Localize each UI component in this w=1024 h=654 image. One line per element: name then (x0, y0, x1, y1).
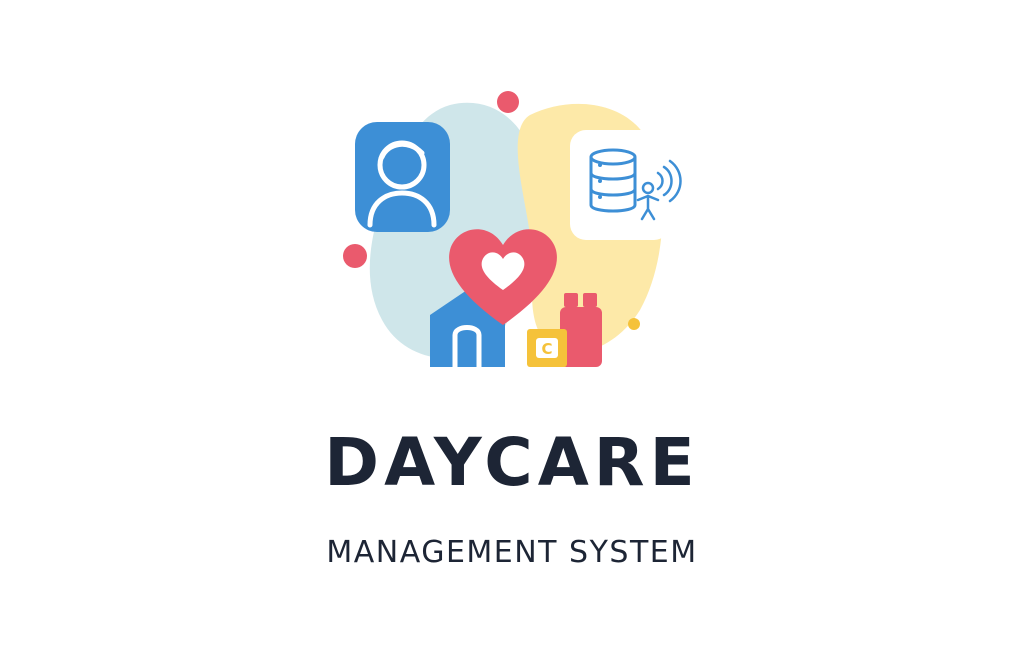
database-server-icon (570, 130, 670, 240)
splash-screen: C DAYCARE MANAGEMENT SYSTEM (0, 0, 1024, 654)
daycare-logo: C (343, 91, 682, 367)
child-avatar-icon (355, 122, 450, 232)
decorative-dot (628, 318, 640, 330)
app-title: DAYCARE (324, 424, 700, 501)
decorative-dot (343, 244, 367, 268)
decorative-dot (497, 91, 519, 113)
block-letter: C (541, 340, 552, 358)
app-subtitle: MANAGEMENT SYSTEM (326, 535, 698, 570)
